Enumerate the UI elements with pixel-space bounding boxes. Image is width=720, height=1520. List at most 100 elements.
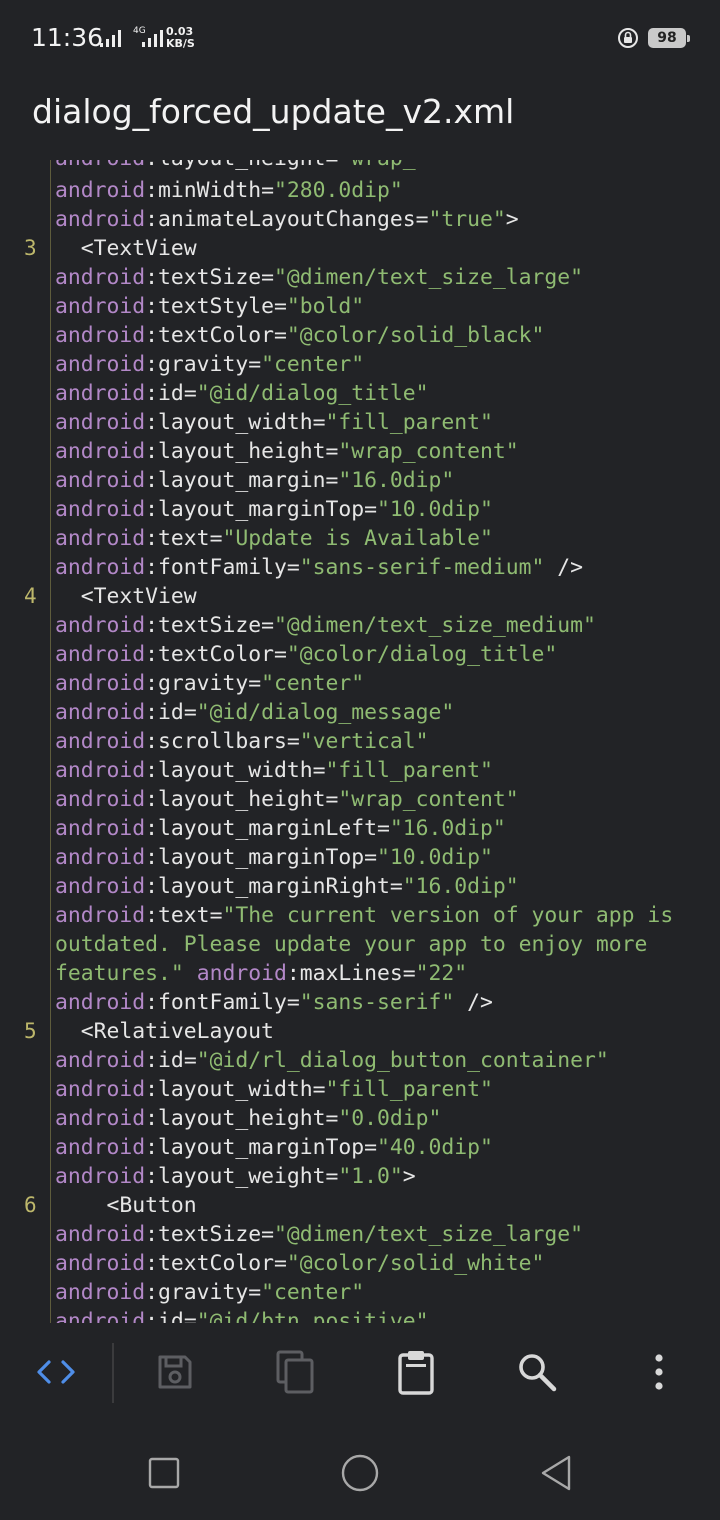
more-vert-icon[interactable]	[637, 1350, 681, 1394]
code-line: android:textSize="@dimen/text_size_mediu…	[55, 611, 596, 640]
code-token: android	[55, 845, 146, 870]
code-line: android:layout_height="wrap_content"	[55, 785, 519, 814]
code-token: "center"	[261, 1280, 365, 1305]
code-token: :	[145, 874, 159, 899]
code-token: maxLines	[299, 961, 403, 986]
code-token: =	[183, 1048, 197, 1073]
code-token: "fill_parent"	[325, 410, 493, 435]
code-token: =	[273, 323, 287, 348]
code-token: android	[55, 497, 146, 522]
status-bar: 11:36 4G 0.03 KB/S 98	[0, 0, 720, 80]
code-token: id	[158, 381, 184, 406]
code-token: :	[145, 1077, 159, 1102]
code-icon[interactable]	[34, 1350, 78, 1394]
code-line: android:gravity="center"	[55, 1278, 364, 1307]
code-token: =	[248, 1280, 262, 1305]
code-token: "@id/dialog_message"	[196, 700, 455, 725]
code-token: =	[286, 729, 300, 754]
code-line: android:layout_width="fill_parent"	[55, 408, 493, 437]
code-line: android:layout_marginLeft="16.0dip"	[55, 814, 506, 843]
code-token: android	[55, 555, 146, 580]
code-token: :	[145, 787, 159, 812]
code-token: "The current version of your app is	[222, 903, 674, 928]
line-number: 6	[24, 1193, 37, 1217]
code-token: layout_marginTop	[158, 845, 365, 870]
code-token: :	[145, 468, 159, 493]
code-token: "true"	[428, 207, 506, 232]
code-token: outdated. Please update your app to enjo…	[55, 932, 648, 957]
save-icon[interactable]	[153, 1350, 197, 1394]
code-token: layout_weight	[158, 1164, 326, 1189]
code-token: android	[55, 613, 146, 638]
code-token: textColor	[158, 1251, 274, 1276]
code-token: android	[55, 990, 146, 1015]
code-editor[interactable]: android:layout_height="wrap_ android:min…	[0, 160, 720, 1323]
code-line: android:minWidth="280.0dip"	[55, 176, 403, 205]
code-token: :	[145, 1135, 159, 1160]
code-token: "@id/rl_dialog_button_container"	[196, 1048, 609, 1073]
code-token: =	[286, 990, 300, 1015]
code-line: android:id="@id/dialog_message"	[55, 698, 454, 727]
copy-icon[interactable]	[273, 1350, 317, 1394]
code-token: :	[145, 1106, 159, 1131]
code-token: layout_width	[158, 1077, 313, 1102]
code-line: android:layout_marginTop="40.0dip"	[55, 1133, 493, 1162]
rotation-lock-icon	[618, 28, 638, 48]
code-token: :	[145, 700, 159, 725]
code-token: "@dimen/text_size_large"	[273, 1222, 584, 1247]
code-token: "10.0dip"	[377, 845, 493, 870]
code-token: layout_height	[158, 439, 326, 464]
code-token: scrollbars	[158, 729, 287, 754]
line-number: 5	[24, 1019, 37, 1043]
code-token: =	[183, 700, 197, 725]
code-token: :	[145, 178, 159, 203]
code-token: <TextView	[55, 584, 197, 609]
code-token: "10.0dip"	[377, 497, 493, 522]
code-token: "fill_parent"	[325, 758, 493, 783]
code-token: layout_width	[158, 758, 313, 783]
code-line: android:layout_weight="1.0">	[55, 1162, 416, 1191]
code-token: android	[55, 410, 146, 435]
recents-button[interactable]	[139, 1448, 189, 1498]
code-token: android	[55, 526, 146, 551]
code-token: "center"	[261, 352, 365, 377]
back-button[interactable]	[531, 1448, 581, 1498]
code-token: :	[145, 1222, 159, 1247]
code-line: outdated. Please update your app to enjo…	[55, 930, 647, 959]
code-token: :	[145, 410, 159, 435]
code-token: "vertical"	[299, 729, 429, 754]
code-token: "22"	[415, 961, 468, 986]
code-token: "@id/btn_positive"	[196, 1309, 429, 1323]
code-line: android:id="@id/rl_dialog_button_contain…	[55, 1046, 609, 1075]
code-token: "center"	[261, 671, 365, 696]
code-line: android:id="@id/dialog_title"	[55, 379, 429, 408]
code-token: =	[261, 1222, 274, 1247]
code-token: :	[145, 352, 159, 377]
code-token: textSize	[158, 613, 262, 638]
code-line: <RelativeLayout	[55, 1017, 274, 1046]
search-icon[interactable]	[515, 1350, 559, 1394]
code-token: :	[145, 555, 159, 580]
page-title: dialog_forced_update_v2.xml	[32, 92, 515, 131]
code-line: android:textStyle="bold"	[55, 292, 364, 321]
code-line: android:layout_width="fill_parent"	[55, 756, 493, 785]
code-token: layout_margin	[158, 468, 326, 493]
code-token: =	[325, 1164, 339, 1189]
home-button[interactable]	[335, 1448, 385, 1498]
code-line: android:layout_width="fill_parent"	[55, 1075, 493, 1104]
code-token: android	[55, 352, 146, 377]
code-token: :	[145, 1309, 159, 1323]
code-token: layout_marginRight	[158, 874, 390, 899]
code-token: "@color/solid_white"	[286, 1251, 545, 1276]
code-token: text	[158, 526, 210, 551]
code-line: android:text="The current version of you…	[55, 901, 673, 930]
code-token: "Update is Available"	[222, 526, 493, 551]
code-token: android	[55, 642, 146, 667]
clipboard-icon[interactable]	[394, 1350, 438, 1395]
clipped-line: android:layout_height="wrap_	[55, 160, 416, 173]
code-token: :	[145, 1280, 159, 1305]
code-line: android:textSize="@dimen/text_size_large…	[55, 1220, 583, 1249]
code-token: :	[145, 1164, 159, 1189]
code-token: "@color/dialog_title"	[286, 642, 558, 667]
code-token: android	[55, 903, 146, 928]
